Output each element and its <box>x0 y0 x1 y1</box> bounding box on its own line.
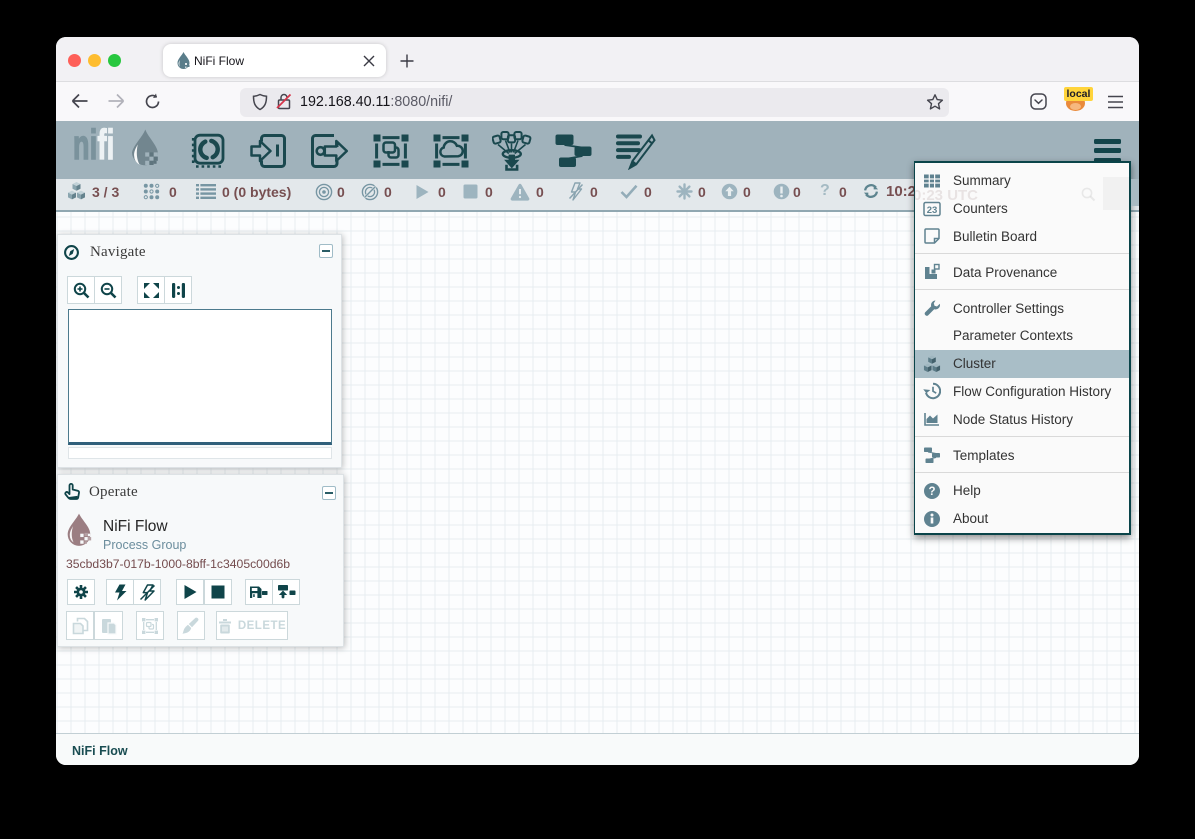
svg-text:?: ? <box>928 486 935 498</box>
svg-text:23: 23 <box>927 205 938 216</box>
